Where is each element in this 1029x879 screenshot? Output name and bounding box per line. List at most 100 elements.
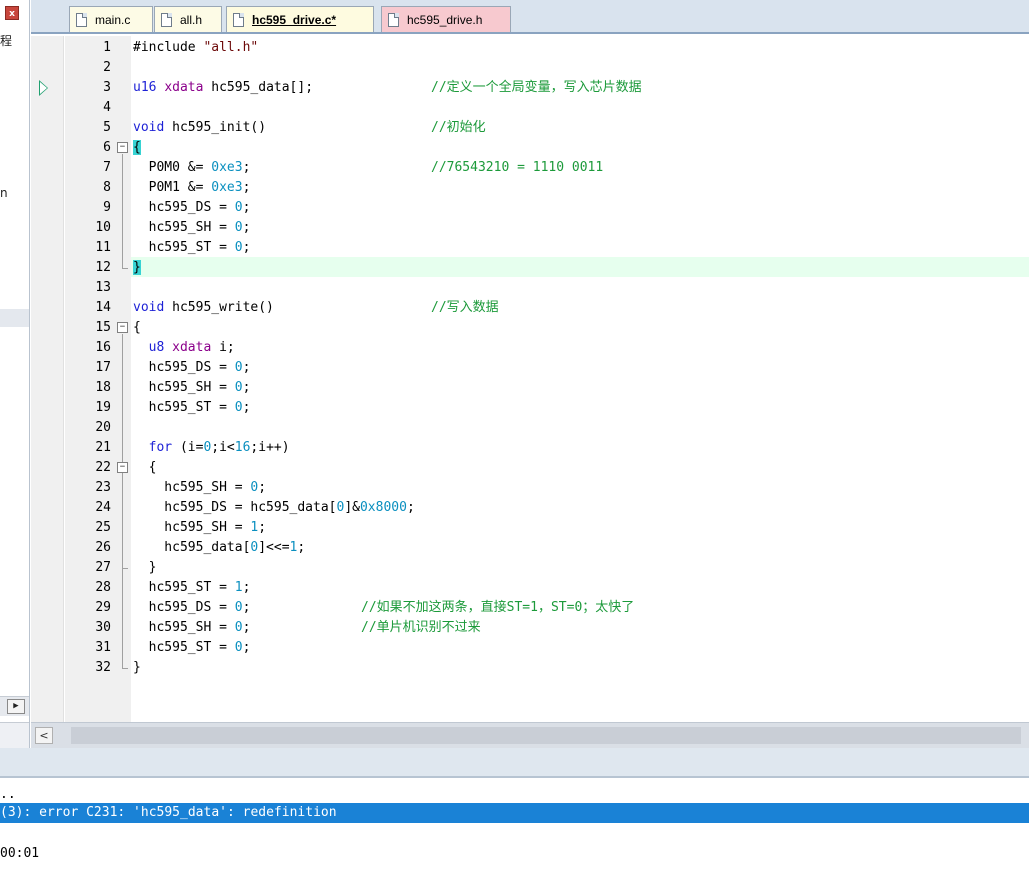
fold-guide: [122, 154, 123, 268]
code-line[interactable]: }: [133, 658, 141, 678]
line-number: 16: [95, 340, 111, 355]
code-line[interactable]: P0M0 &= 0xe3;: [133, 158, 251, 178]
line-number: 4: [103, 100, 111, 115]
code-line[interactable]: void hc595_init(): [133, 118, 266, 138]
code-line[interactable]: hc595_DS = hc595_data[0]&0x8000;: [133, 498, 414, 518]
line-number: 14: [95, 300, 111, 315]
code-line[interactable]: hc595_SH = 0;: [133, 378, 251, 398]
code-line[interactable]: hc595_DS = 0;: [133, 198, 251, 218]
line-number: 1: [103, 40, 111, 55]
tab-label: all.h: [180, 12, 203, 27]
project-tree-fragment: 程: [0, 34, 13, 48]
code-line[interactable]: hc595_ST = 0;: [133, 638, 251, 658]
fold-toggle-icon[interactable]: −: [117, 322, 128, 333]
code-line[interactable]: }: [133, 558, 157, 578]
line-number: 21: [95, 440, 111, 455]
build-output-pane[interactable]: .. (3): error C231: 'hc595_data': redefi…: [0, 780, 1029, 879]
tab-label: hc595_drive.c*: [252, 12, 337, 27]
fold-toggle-icon[interactable]: −: [117, 462, 128, 473]
line-number: 11: [95, 240, 111, 255]
line-number: 8: [103, 180, 111, 195]
tab-all-h[interactable]: all.h: [154, 6, 222, 32]
line-number: 12: [95, 260, 111, 275]
file-icon: [233, 12, 244, 27]
code-line[interactable]: hc595_SH = 0;: [133, 618, 251, 638]
tab-label: hc595_drive.h: [407, 12, 483, 27]
line-number: 32: [95, 660, 111, 675]
code-comment: //写入数据: [431, 300, 499, 315]
scroll-right-icon[interactable]: ▶: [7, 699, 25, 714]
line-number: 27: [95, 560, 111, 575]
editor-tab-bar: main.c all.h hc595_drive.c* hc595_drive.…: [31, 0, 1029, 34]
code-line[interactable]: hc595_DS = 0;: [133, 358, 251, 378]
project-pane: x 程 n ▶: [0, 0, 30, 748]
line-number: 30: [95, 620, 111, 635]
line-number: 2: [103, 60, 111, 75]
line-number: 24: [95, 500, 111, 515]
code-line[interactable]: hc595_ST = 1;: [133, 578, 251, 598]
close-pane-icon[interactable]: x: [5, 6, 19, 20]
code-comment: //单片机识别不过来: [361, 620, 481, 635]
bookmark-gutter[interactable]: [31, 36, 64, 722]
project-pane-scrollbar[interactable]: ▶: [0, 696, 29, 716]
tab-hc595-drive-c[interactable]: hc595_drive.c*: [226, 6, 374, 32]
fold-end-mark: [122, 268, 128, 269]
fold-end-mark: [122, 668, 128, 669]
line-number: 15: [95, 320, 111, 335]
project-pane-tabs[interactable]: [0, 722, 29, 748]
line-number: 20: [95, 420, 111, 435]
code-line[interactable]: for (i=0;i<16;i++): [133, 438, 290, 458]
fold-end-mark: [122, 568, 128, 569]
line-number: 13: [95, 280, 111, 295]
scrollbar-thumb[interactable]: [71, 727, 1021, 744]
project-tree-fragment: n: [0, 186, 8, 200]
line-number: 28: [95, 580, 111, 595]
line-number: 17: [95, 360, 111, 375]
code-line[interactable]: hc595_ST = 0;: [133, 398, 251, 418]
code-line[interactable]: u16 xdata hc595_data[];: [133, 78, 313, 98]
line-number: 29: [95, 600, 111, 615]
file-icon: [161, 12, 172, 27]
line-number: 19: [95, 400, 111, 415]
tab-hc595-drive-h[interactable]: hc595_drive.h: [381, 6, 511, 32]
file-icon: [76, 12, 87, 27]
tab-label: main.c: [95, 12, 131, 27]
code-line[interactable]: {: [133, 318, 141, 338]
code-line[interactable]: hc595_ST = 0;: [133, 238, 251, 258]
file-icon: [388, 12, 399, 27]
tab-main-c[interactable]: main.c: [69, 6, 153, 32]
project-tree-selected-item[interactable]: [0, 309, 29, 327]
code-comment: //定义一个全局变量，写入芯片数据: [431, 80, 642, 95]
code-comment: //初始化: [431, 120, 486, 135]
output-line: ..: [0, 787, 16, 802]
code-line[interactable]: hc595_SH = 1;: [133, 518, 266, 538]
code-line[interactable]: hc595_SH = 0;: [133, 478, 266, 498]
editor-horizontal-scrollbar[interactable]: <: [31, 722, 1029, 748]
line-number: 18: [95, 380, 111, 395]
code-line[interactable]: hc595_DS = 0;: [133, 598, 251, 618]
code-line[interactable]: {: [133, 138, 141, 158]
line-number: 3: [103, 80, 111, 95]
code-line[interactable]: hc595_data[0]<<=1;: [133, 538, 305, 558]
output-error-line[interactable]: (3): error C231: 'hc595_data': redefinit…: [0, 803, 1029, 823]
code-line[interactable]: hc595_SH = 0;: [133, 218, 251, 238]
code-line[interactable]: #include "all.h": [133, 38, 258, 58]
line-number: 25: [95, 520, 111, 535]
bookmark-arrow-icon: [39, 80, 48, 96]
scroll-left-icon[interactable]: <: [35, 727, 53, 744]
fold-toggle-icon[interactable]: −: [117, 142, 128, 153]
code-editor[interactable]: 1 #include "all.h" 2 3 u16 xdata hc595_data[…: [31, 36, 1029, 722]
pane-splitter[interactable]: [0, 748, 1029, 778]
code-line[interactable]: u8 xdata i;: [133, 338, 235, 358]
line-number: 22: [95, 460, 111, 475]
code-line[interactable]: }: [133, 258, 141, 278]
code-line[interactable]: {: [133, 458, 157, 478]
code-line[interactable]: void hc595_write(): [133, 298, 274, 318]
line-number: 31: [95, 640, 111, 655]
code-text-area[interactable]: [131, 36, 1029, 722]
current-line-highlight: [131, 257, 1029, 277]
line-number: 6: [103, 140, 111, 155]
fold-guide: [122, 474, 123, 568]
code-comment: //76543210 = 1110 0011: [431, 160, 604, 175]
code-line[interactable]: P0M1 &= 0xe3;: [133, 178, 251, 198]
